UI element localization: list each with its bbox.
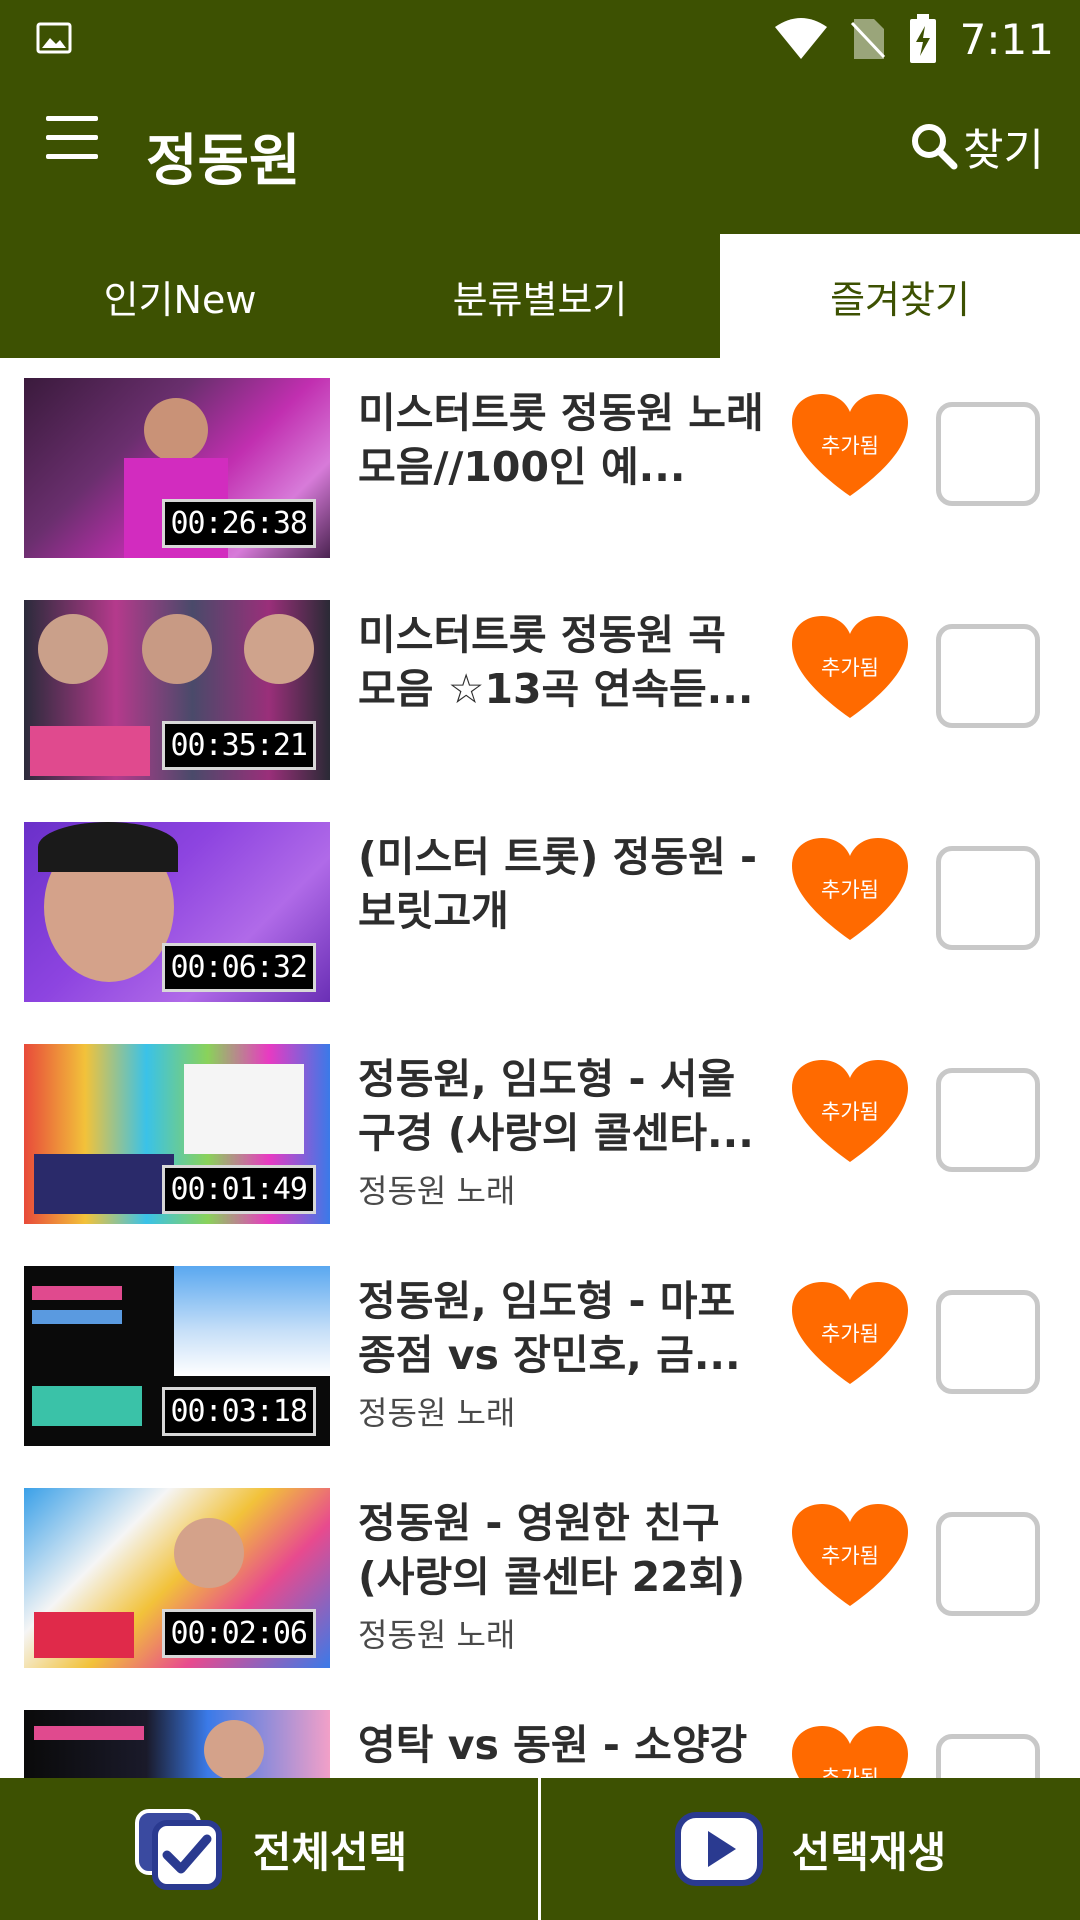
- duration-label: 00:26:38: [161, 499, 316, 548]
- play-selected-label: 선택재생: [791, 1827, 947, 1877]
- duration-label: 00:03:18: [161, 1387, 316, 1436]
- favorite-label: 추가됨: [821, 656, 879, 680]
- select-checkbox[interactable]: [936, 1290, 1040, 1394]
- video-category: 정동원 노래: [358, 1616, 516, 1654]
- divider: [538, 1778, 541, 1920]
- duration-label: 00:01:49: [161, 1165, 316, 1214]
- favorite-button[interactable]: 추가됨: [792, 838, 908, 954]
- tab-popular-new[interactable]: 인기New: [0, 234, 360, 358]
- search-icon: [912, 124, 958, 170]
- video-thumbnail[interactable]: 00:02:06: [24, 1488, 330, 1668]
- tab-favorites[interactable]: 즐겨찾기: [720, 234, 1080, 358]
- list-item[interactable]: 00:06:32 (미스터 트롯) 정동원 - 보릿고개 추가됨: [0, 802, 1080, 1024]
- favorite-button[interactable]: 추가됨: [792, 1726, 908, 1778]
- favorite-label: 추가됨: [821, 1322, 879, 1346]
- menu-icon[interactable]: [46, 116, 98, 168]
- select-checkbox[interactable]: [936, 846, 1040, 950]
- tab-bar: 인기New 분류별보기 즐겨찾기: [0, 234, 1080, 358]
- video-thumbnail[interactable]: 00:26:38: [24, 378, 330, 558]
- duration-label: 00:02:06: [161, 1609, 316, 1658]
- play-selected-button[interactable]: 선택재생: [540, 1778, 1080, 1920]
- select-all-label: 전체선택: [252, 1827, 408, 1877]
- search-button[interactable]: 찾기: [909, 114, 1044, 178]
- list-item[interactable]: 00:03:18 정동원, 임도형 - 마포 종점 vs 장민호, 금... 정…: [0, 1246, 1080, 1468]
- video-title: 영탁 vs 동원 - 소양강: [358, 1721, 748, 1769]
- list-item[interactable]: 영탁 vs 동원 - 소양강 추가됨: [0, 1690, 1080, 1778]
- favorite-button[interactable]: 추가됨: [792, 394, 908, 510]
- video-title: 정동원, 임도형 - 마포 종점 vs 장민호, 금...: [358, 1277, 741, 1379]
- duration-label: 00:35:21: [161, 721, 316, 770]
- list-item[interactable]: 00:02:06 정동원 - 영원한 친구 (사랑의 콜센타 22회) 정동원 …: [0, 1468, 1080, 1690]
- image-notification-icon: [36, 22, 72, 54]
- select-checkbox[interactable]: [936, 624, 1040, 728]
- list-item[interactable]: 00:26:38 미스터트롯 정동원 노래 모음//100인 예... 추가됨: [0, 358, 1080, 580]
- select-checkbox[interactable]: [936, 1068, 1040, 1172]
- video-thumbnail[interactable]: 00:01:49: [24, 1044, 330, 1224]
- video-thumbnail[interactable]: [24, 1710, 330, 1778]
- video-title: 미스터트롯 정동원 노래 모음//100인 예...: [358, 389, 764, 491]
- select-checkbox[interactable]: [936, 402, 1040, 506]
- page-title: 정동원: [146, 129, 301, 194]
- list-item[interactable]: 00:01:49 정동원, 임도형 - 서울 구경 (사랑의 콜센타... 정동…: [0, 1024, 1080, 1246]
- video-title: 정동원 - 영원한 친구 (사랑의 콜센타 22회): [358, 1499, 746, 1601]
- clock: 7:11: [959, 14, 1054, 64]
- favorite-label: 추가됨: [821, 1544, 879, 1568]
- play-icon: [674, 1812, 763, 1886]
- wifi-icon: [774, 18, 827, 59]
- select-checkbox[interactable]: [936, 1512, 1040, 1616]
- favorite-label: 추가됨: [821, 1100, 879, 1124]
- video-title: (미스터 트롯) 정동원 - 보릿고개: [358, 833, 758, 935]
- select-checkbox[interactable]: [936, 1734, 1040, 1778]
- favorite-label: 추가됨: [821, 1766, 879, 1778]
- video-thumbnail[interactable]: 00:35:21: [24, 600, 330, 780]
- video-title: 미스터트롯 정동원 곡 모음 ☆13곡 연속듣...: [358, 611, 754, 713]
- favorite-button[interactable]: 추가됨: [792, 1060, 908, 1176]
- status-bar: 7:11: [0, 0, 1080, 78]
- search-label: 찾기: [963, 125, 1044, 176]
- list-item[interactable]: 00:35:21 미스터트롯 정동원 곡 모음 ☆13곡 연속듣... 추가됨: [0, 580, 1080, 802]
- video-thumbnail[interactable]: 00:06:32: [24, 822, 330, 1002]
- video-list[interactable]: 00:26:38 미스터트롯 정동원 노래 모음//100인 예... 추가됨 …: [0, 358, 1080, 1778]
- video-category: 정동원 노래: [358, 1172, 516, 1210]
- battery-charging-icon: [909, 14, 936, 63]
- video-category: 정동원 노래: [358, 1394, 516, 1432]
- bottom-action-bar: 전체선택 선택재생: [0, 1778, 1080, 1920]
- duration-label: 00:06:32: [161, 943, 316, 992]
- favorite-button[interactable]: 추가됨: [792, 616, 908, 732]
- video-title: 정동원, 임도형 - 서울 구경 (사랑의 콜센타...: [358, 1055, 754, 1157]
- select-all-button[interactable]: 전체선택: [0, 1778, 540, 1920]
- favorite-button[interactable]: 추가됨: [792, 1282, 908, 1398]
- no-sim-icon: [850, 19, 885, 59]
- favorite-label: 추가됨: [821, 434, 879, 458]
- video-thumbnail[interactable]: 00:03:18: [24, 1266, 330, 1446]
- select-all-icon: [134, 1809, 222, 1890]
- favorite-label: 추가됨: [821, 878, 879, 902]
- app-bar: 정동원 찾기: [0, 78, 1080, 234]
- favorite-button[interactable]: 추가됨: [792, 1504, 908, 1620]
- tab-categories[interactable]: 분류별보기: [360, 234, 720, 358]
